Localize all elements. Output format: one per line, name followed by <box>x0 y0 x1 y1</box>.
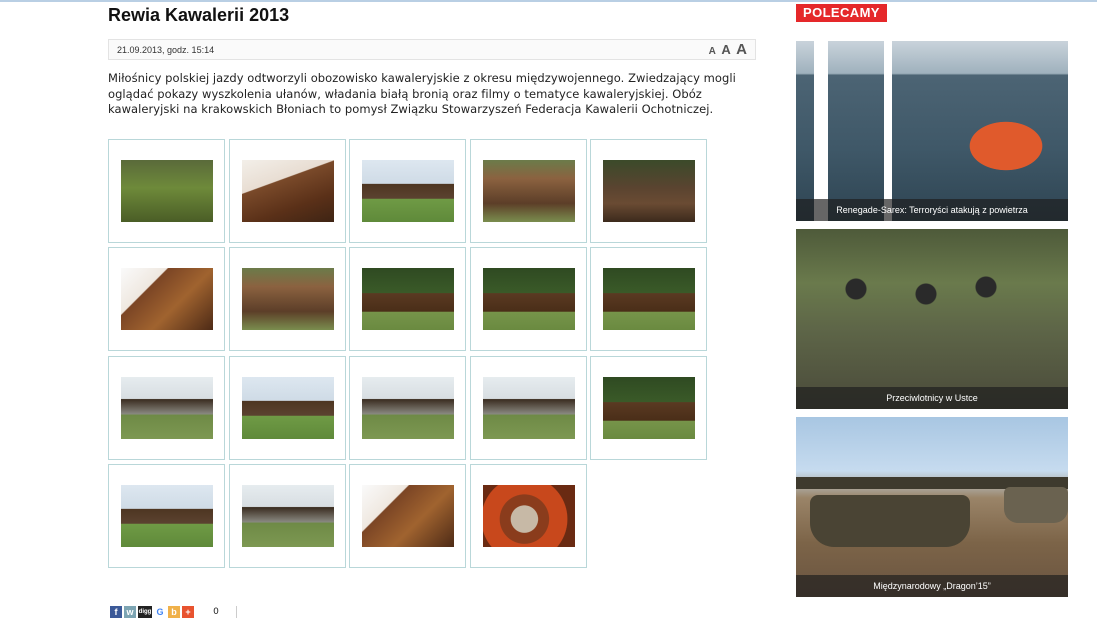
font-size-large-button[interactable]: A <box>736 41 747 58</box>
gallery-photo <box>603 268 695 330</box>
gallery-thumbnail[interactable] <box>470 139 587 243</box>
gallery-photo <box>242 377 334 439</box>
gallery-photo <box>121 268 213 330</box>
gallery-thumbnail[interactable] <box>229 356 346 460</box>
article-lead: Miłośnicy polskiej jazdy odtworzyli oboz… <box>108 71 736 116</box>
gallery-thumbnail[interactable] <box>229 247 346 351</box>
google-plus-icon[interactable]: + <box>182 606 194 618</box>
gallery-thumbnail[interactable] <box>349 464 466 568</box>
gallery-thumbnail[interactable] <box>590 247 707 351</box>
gallery-thumbnail[interactable] <box>108 464 225 568</box>
blip-icon[interactable]: b <box>168 606 180 618</box>
article-date: 21.09.2013, godz. 15:14 <box>117 45 215 55</box>
recommended-item[interactable]: Renegade-Sarex: Terroryści atakują z pow… <box>796 41 1068 221</box>
facebook-icon[interactable]: f <box>110 606 122 618</box>
gallery-thumbnail[interactable] <box>108 139 225 243</box>
gallery-photo <box>603 160 695 222</box>
recommended-label: POLECAMY <box>796 4 887 22</box>
gallery-photo <box>362 268 454 330</box>
article-meta-bar: 21.09.2013, godz. 15:14 A A A <box>108 39 756 60</box>
gallery-photo <box>483 160 575 222</box>
recommended-caption: Renegade-Sarex: Terroryści atakują z pow… <box>796 199 1068 221</box>
gallery-thumbnail[interactable] <box>470 247 587 351</box>
gallery-thumbnail[interactable] <box>470 464 587 568</box>
font-size-small-button[interactable]: A <box>709 46 716 57</box>
recommended-item[interactable]: Przeciwlotnicy w Ustce <box>796 229 1068 409</box>
gallery-photo <box>362 160 454 222</box>
gallery-thumbnail[interactable] <box>470 356 587 460</box>
gallery-photo <box>121 160 213 222</box>
google-icon[interactable]: G <box>154 606 166 618</box>
gallery-photo <box>603 377 695 439</box>
gallery-photo <box>362 485 454 547</box>
font-size-controls: A A A <box>708 41 747 59</box>
recommended-item[interactable]: Międzynarodowy „Dragon’15” <box>796 417 1068 597</box>
digg-icon[interactable]: digg <box>138 606 152 618</box>
divider <box>235 606 237 618</box>
gallery-photo <box>121 377 213 439</box>
gallery-thumbnail[interactable] <box>349 139 466 243</box>
article-title: Rewia Kawalerii 2013 <box>108 5 290 25</box>
gallery-thumbnail[interactable] <box>108 247 225 351</box>
gallery-thumbnail[interactable] <box>229 139 346 243</box>
gallery-thumbnail[interactable] <box>229 464 346 568</box>
gallery-photo <box>242 268 334 330</box>
gallery-photo <box>242 160 334 222</box>
wykop-icon[interactable]: w <box>124 606 136 618</box>
font-size-medium-button[interactable]: A <box>721 42 730 57</box>
gallery-thumbnail[interactable] <box>349 356 466 460</box>
gallery-photo <box>483 268 575 330</box>
gallery-photo <box>483 485 575 547</box>
recommended-caption: Międzynarodowy „Dragon’15” <box>796 575 1068 597</box>
gallery-thumbnail[interactable] <box>590 356 707 460</box>
gallery-photo <box>242 485 334 547</box>
recommended-caption: Przeciwlotnicy w Ustce <box>796 387 1068 409</box>
gallery-thumbnail[interactable] <box>108 356 225 460</box>
gallery-photo <box>483 377 575 439</box>
gallery-thumbnail[interactable] <box>349 247 466 351</box>
share-count: 0 <box>213 607 219 617</box>
share-bar: f w digg Gb + 0 <box>110 606 237 619</box>
gallery-thumbnail[interactable] <box>590 139 707 243</box>
gallery-photo <box>121 485 213 547</box>
gallery-photo <box>362 377 454 439</box>
top-border <box>0 0 1097 2</box>
